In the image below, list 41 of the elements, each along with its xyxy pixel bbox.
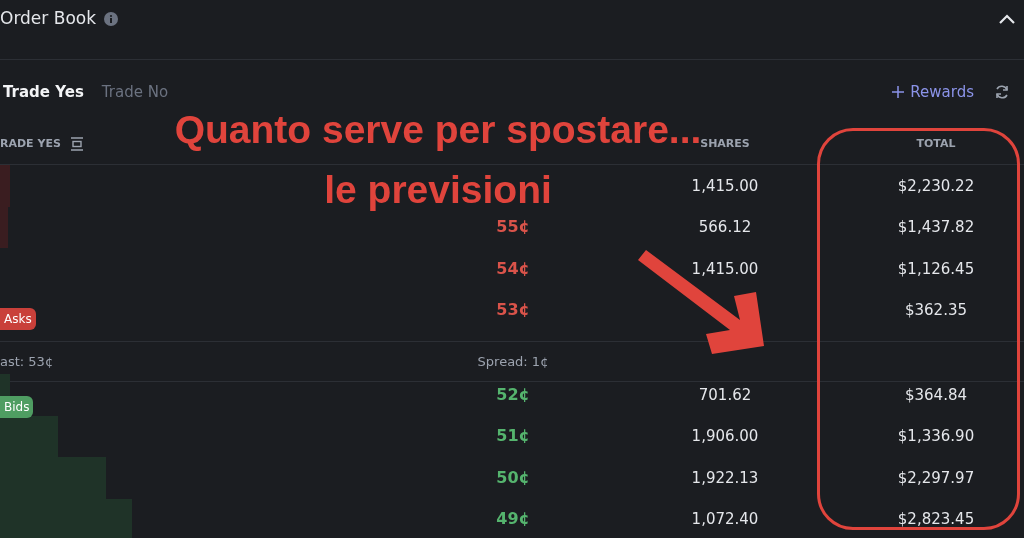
tab[interactable]: Trade No (101, 80, 169, 104)
price-cell-text: 49¢ (496, 508, 530, 531)
tab[interactable]: Trade Yes (3, 80, 84, 104)
price-cell-text: 54¢ (496, 257, 530, 280)
total-cell-text: $1,336.90 (897, 426, 975, 447)
panel-title: Order Book (0, 7, 97, 31)
price-cell-text: 50¢ (496, 466, 530, 489)
shares-cell-text: 1,906.00 (691, 426, 759, 447)
layout-icon[interactable] (70, 137, 83, 151)
bids-badge: Bids (0, 396, 34, 418)
chevron-up-icon[interactable] (998, 13, 1016, 25)
column-header: RADE YES (0, 135, 61, 152)
shares-cell-text: 1,415.00 (691, 175, 759, 197)
column-header: SHARES (700, 135, 750, 152)
info-icon[interactable] (104, 12, 119, 26)
total-cell-text: $2,297.97 (897, 467, 975, 489)
total-cell-text: $1,126.45 (897, 258, 975, 280)
last-price: ast: 53¢ (0, 352, 55, 371)
plus-icon (892, 86, 905, 98)
spread-label: Spread: 1¢ (477, 352, 549, 371)
rewards-link[interactable]: Rewards (892, 80, 974, 104)
refresh-icon[interactable] (994, 84, 1010, 100)
total-cell-text: $1,437.82 (897, 217, 975, 238)
shares-cell-text: 1,072.40 (691, 509, 759, 530)
total-cell-text: $2,823.45 (897, 509, 975, 530)
price-cell-text: 55¢ (496, 216, 530, 239)
shares-cell-text: 701.62 (698, 384, 752, 406)
price-cell-text: 52¢ (496, 383, 530, 406)
total-cell-text: $2,230.22 (897, 175, 975, 197)
shares-cell-text: 1,415.00 (691, 258, 759, 280)
annotation-text: le previsioni (324, 167, 552, 213)
asks-badge: Asks (0, 308, 36, 330)
column-header: TOTAL (916, 135, 956, 152)
total-cell-text: $362.35 (905, 300, 967, 321)
total-cell-text: $364.84 (905, 384, 967, 406)
shares-cell-text: 566.12 (698, 217, 752, 238)
shares-cell-text: 1,922.13 (691, 467, 759, 489)
depth-bar (0, 165, 10, 207)
price-cell-text: 53¢ (496, 299, 530, 322)
price-cell-text: 51¢ (496, 425, 530, 448)
annotation-text: Quanto serve per spostare... (174, 107, 702, 153)
